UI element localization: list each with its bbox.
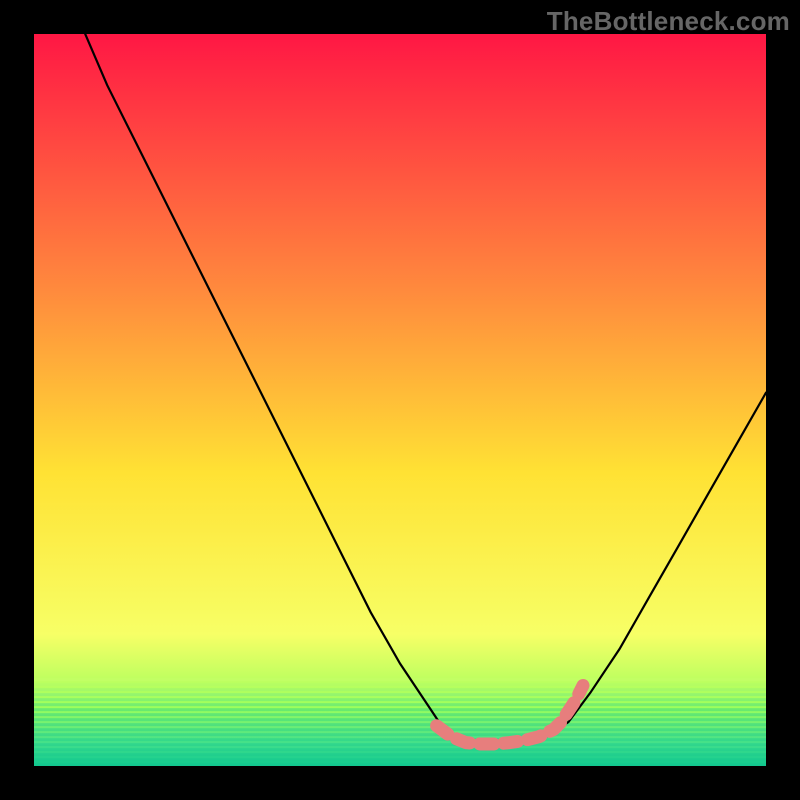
chart-stage: TheBottleneck.com (0, 0, 800, 800)
watermark-text: TheBottleneck.com (547, 6, 790, 37)
bottleneck-chart (34, 34, 766, 766)
gradient-background (34, 34, 766, 766)
plot-area (34, 34, 766, 766)
